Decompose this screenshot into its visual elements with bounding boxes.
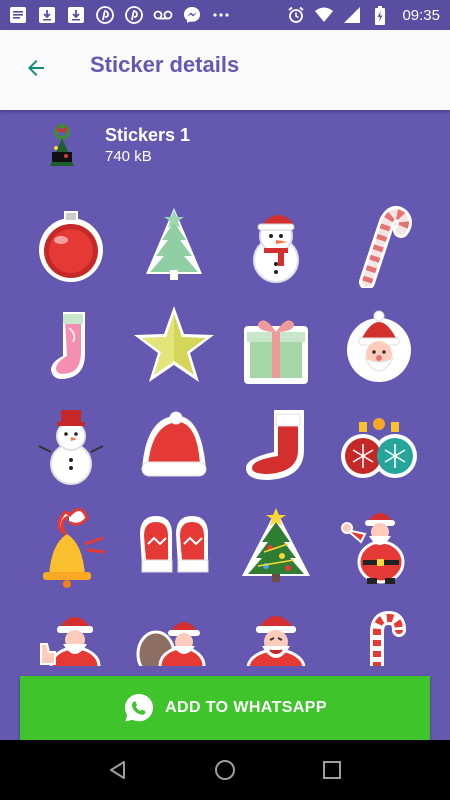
mittens-sticker[interactable] (123, 496, 226, 596)
alarm-icon (286, 5, 306, 25)
decorated-tree-sticker[interactable] (225, 496, 328, 596)
back-triangle-icon (110, 761, 126, 779)
message-icon (8, 5, 28, 25)
app-bar: Sticker details (0, 30, 450, 110)
home-circle-icon (214, 760, 235, 780)
system-icons: 09:35 (286, 5, 440, 25)
whatsapp-icon (125, 694, 154, 722)
candy-cane-small-sticker[interactable] (328, 596, 431, 666)
pinterest-icon (124, 5, 144, 25)
nav-back-button[interactable] (96, 748, 140, 792)
recents-square-icon (322, 761, 341, 779)
pack-header: Stickers 1 740 kB (0, 110, 450, 185)
add-to-whatsapp-label: ADD TO WHATSAPP (165, 699, 327, 716)
status-bar: 09:35 (0, 0, 450, 30)
christmas-stocking-sticker[interactable] (20, 296, 123, 396)
pinterest-icon (95, 5, 115, 25)
nav-recents-button[interactable] (310, 748, 354, 792)
battery-charging-icon (370, 5, 390, 25)
red-ornament-sticker[interactable] (20, 196, 123, 296)
snowman-santa-hat-sticker[interactable] (225, 196, 328, 296)
candy-cane-sticker[interactable] (328, 196, 431, 296)
bell-bow-sticker[interactable] (20, 496, 123, 596)
red-stocking-sticker[interactable] (225, 396, 328, 496)
santa-sack-sticker[interactable] (123, 596, 226, 666)
santa-laughing-sticker[interactable] (225, 596, 328, 666)
back-button[interactable] (18, 50, 54, 86)
snowman-sticker[interactable] (20, 396, 123, 496)
more-dots-icon (211, 5, 231, 25)
santa-face-sticker[interactable] (328, 296, 431, 396)
download-icon (66, 5, 86, 25)
santa-thumbs-up-sticker[interactable] (20, 596, 123, 666)
page-title: Sticker details (90, 52, 240, 77)
nav-home-button[interactable] (203, 748, 247, 792)
ornaments-pair-sticker[interactable] (328, 396, 431, 496)
sticker-grid (20, 196, 430, 666)
clock-time: 09:35 (402, 6, 440, 24)
pack-size: 740 kB (105, 148, 152, 165)
christmas-tree-sticker[interactable] (123, 196, 226, 296)
add-to-whatsapp-button[interactable]: ADD TO WHATSAPP (20, 676, 430, 740)
voicemail-icon (153, 5, 173, 25)
download-icon (37, 5, 57, 25)
star-sticker[interactable] (123, 296, 226, 396)
arrow-back-icon (28, 60, 44, 76)
santa-waving-sticker[interactable] (328, 496, 431, 596)
notification-icons (8, 5, 231, 25)
wifi-icon (314, 5, 334, 25)
santa-hat-sticker[interactable] (123, 396, 226, 496)
pack-name: Stickers 1 (105, 125, 191, 145)
christmas-wreath-tray-icon (50, 124, 74, 166)
signal-icon (342, 5, 362, 25)
navigation-bar (0, 740, 450, 800)
messenger-icon (182, 5, 202, 25)
gift-box-sticker[interactable] (225, 296, 328, 396)
